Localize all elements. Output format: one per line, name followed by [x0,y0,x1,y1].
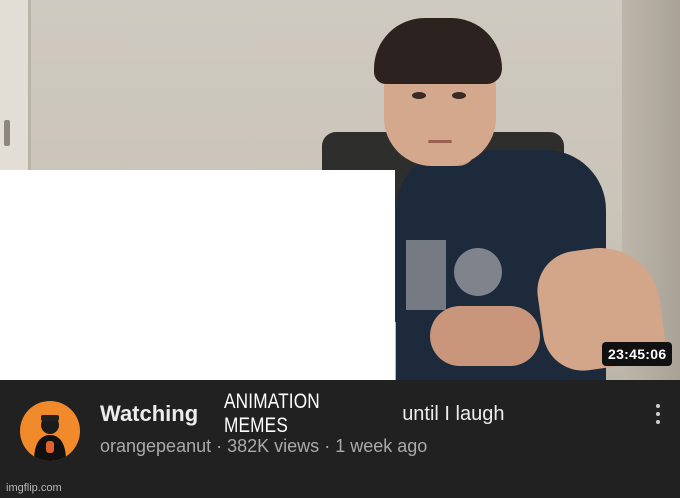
title-suffix: until I laugh [402,402,505,425]
video-title[interactable]: Watching ANIMATION MEMES until I laugh [100,390,505,437]
title-prefix: Watching [100,401,199,426]
watermark: imgflip.com [6,482,62,494]
avatar-person-icon [34,415,66,461]
person-eye [412,92,426,99]
upload-date: 1 week ago [335,436,428,456]
video-duration-badge: 23:45:06 [602,342,673,366]
meta-separator: · [216,436,228,456]
meta-separator: · [324,436,336,456]
door-hinge [4,120,10,146]
person-eye [452,92,466,99]
door-frame [0,0,31,170]
meme-frame: 23:45:06 Watching ANIMATION MEMES until … [0,0,680,498]
blank-overlay-box [0,170,395,380]
title-insert-text: ANIMATION MEMES [224,390,321,437]
more-vert-icon[interactable] [652,404,664,428]
person-hair [374,18,502,84]
channel-name[interactable]: orangepeanut [100,436,211,456]
view-count: 382K views [227,436,320,456]
person-hands [430,306,540,366]
person-mouth [428,140,452,143]
channel-avatar[interactable] [20,401,80,461]
video-meta: orangepeanut · 382K views · 1 week ago [100,436,427,457]
